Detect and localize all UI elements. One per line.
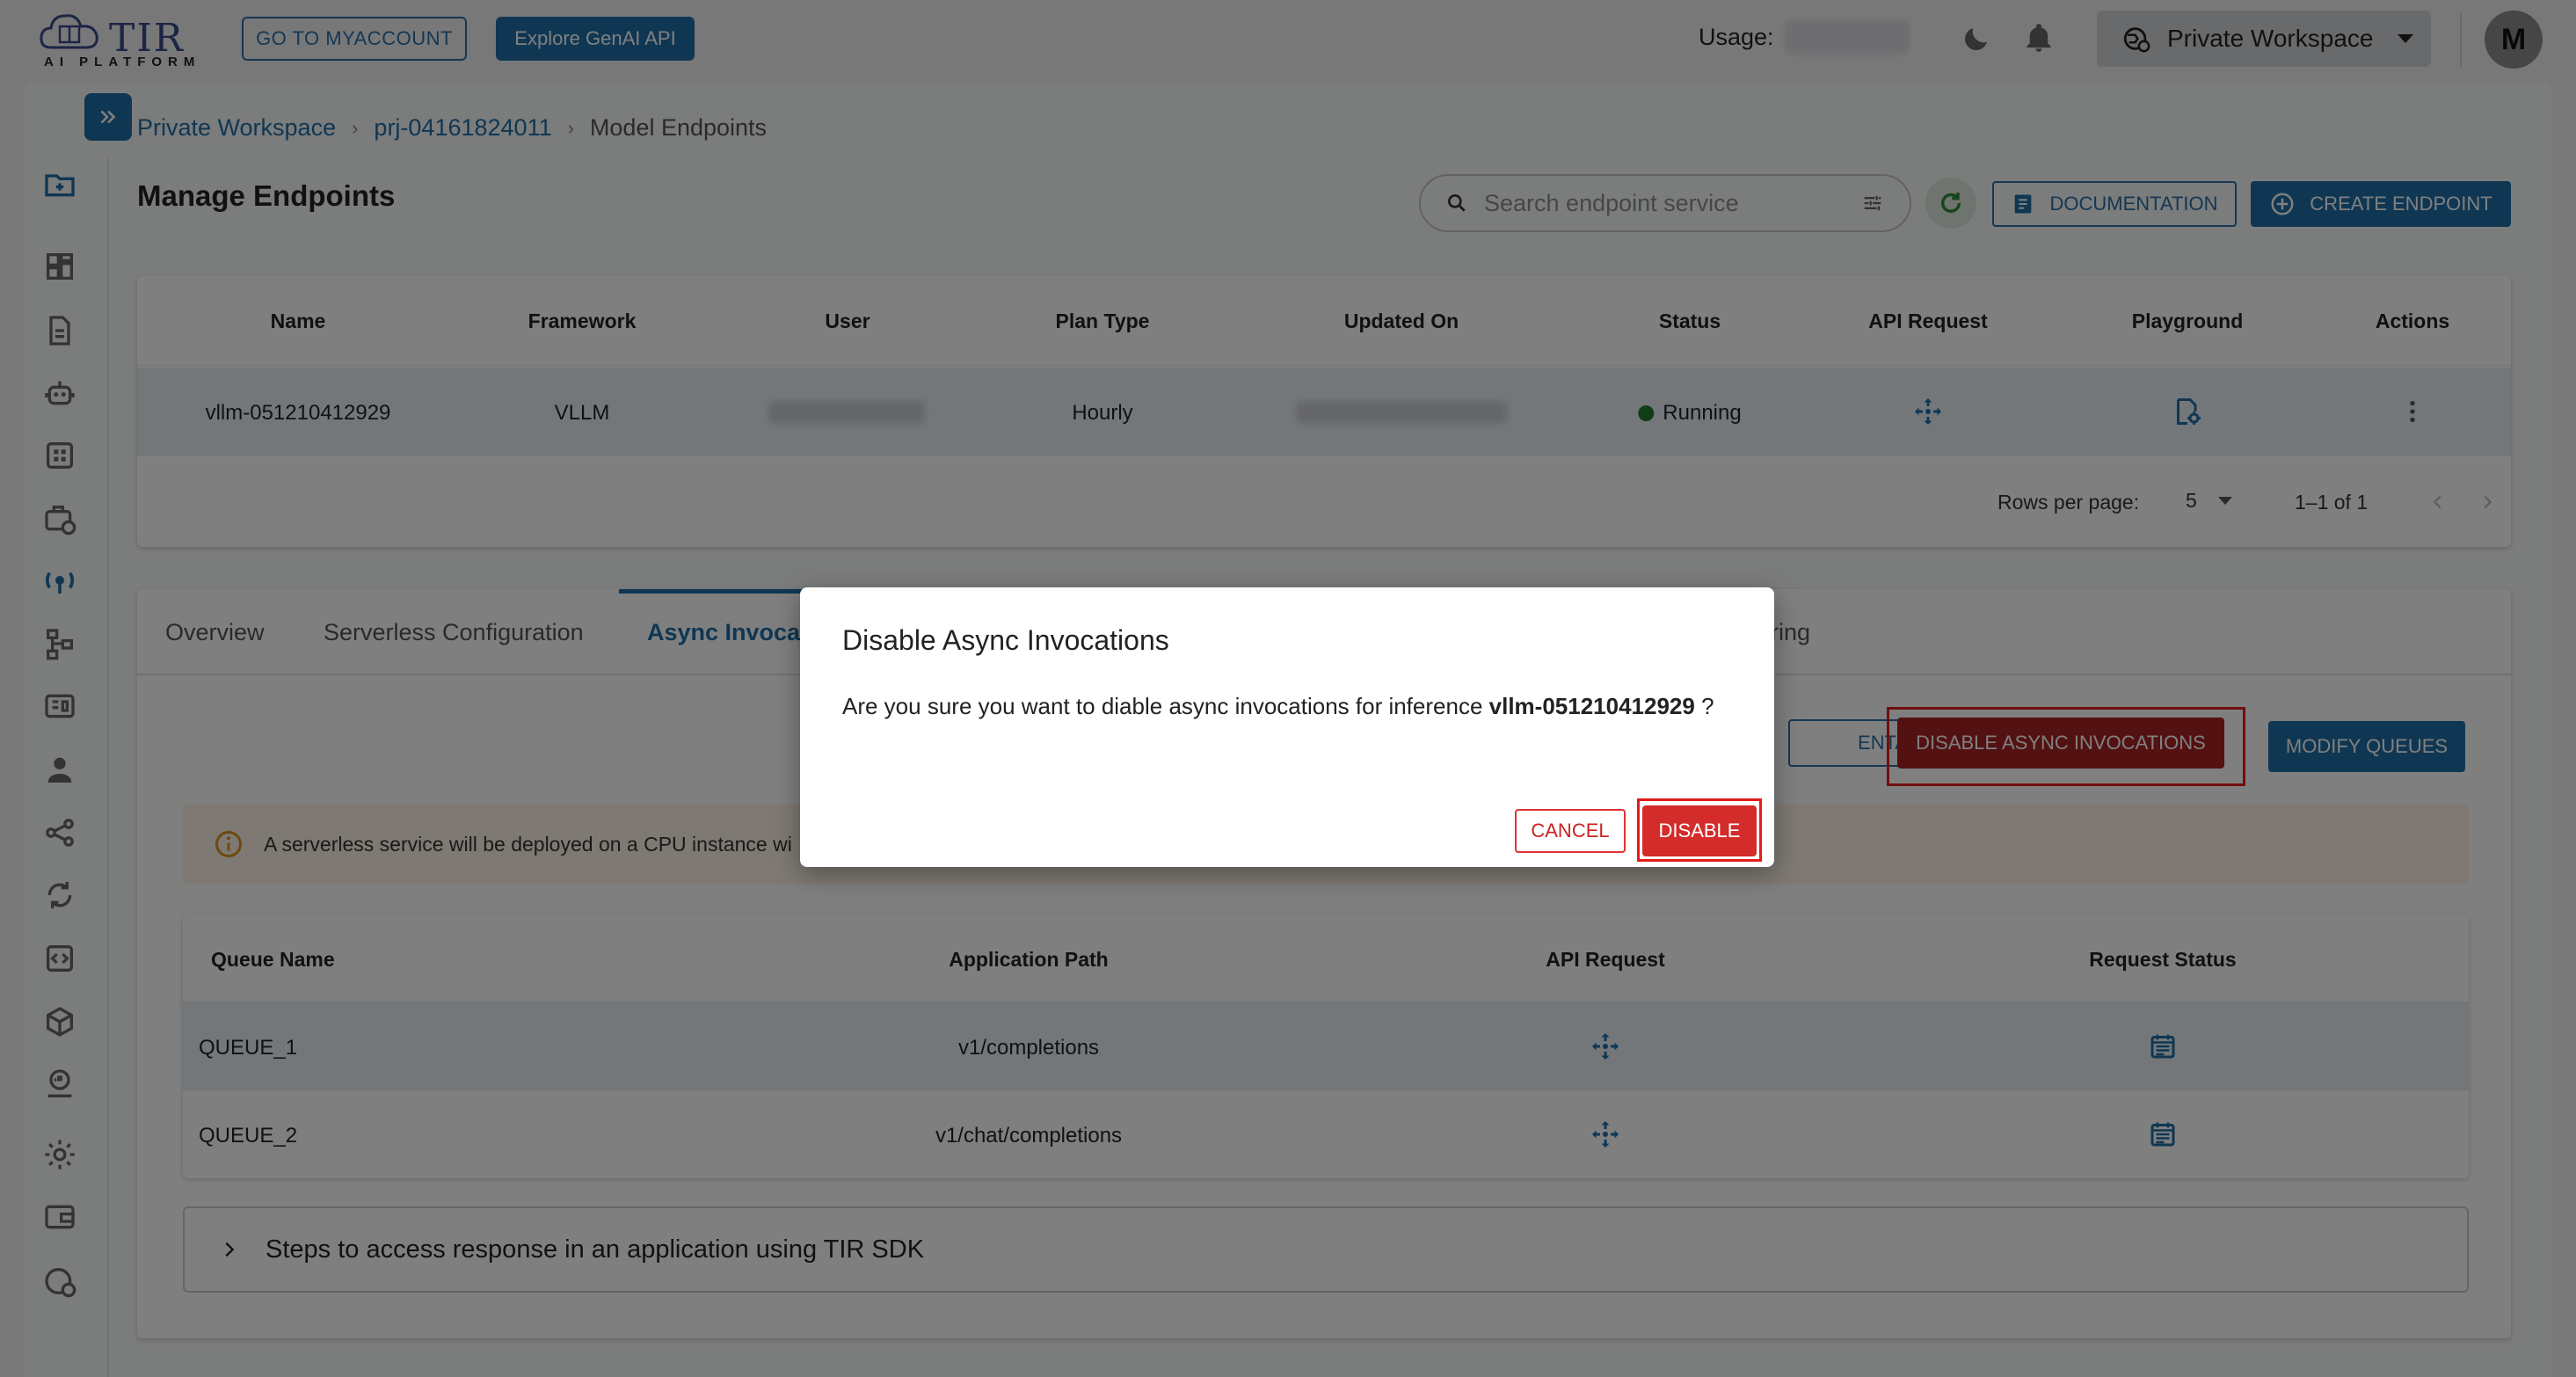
dialog-message-suffix: ?	[1701, 693, 1714, 719]
dialog-message: Are you sure you want to diable async in…	[842, 693, 1714, 720]
dialog-endpoint-name: vllm-051210412929	[1488, 693, 1695, 719]
disable-async-dialog: Disable Async Invocations Are you sure y…	[800, 587, 1774, 867]
dialog-message-text: Are you sure you want to diable async in…	[842, 693, 1483, 719]
cancel-button[interactable]: CANCEL	[1515, 809, 1626, 853]
dialog-title: Disable Async Invocations	[842, 624, 1169, 656]
disable-button[interactable]: DISABLE	[1642, 805, 1757, 856]
